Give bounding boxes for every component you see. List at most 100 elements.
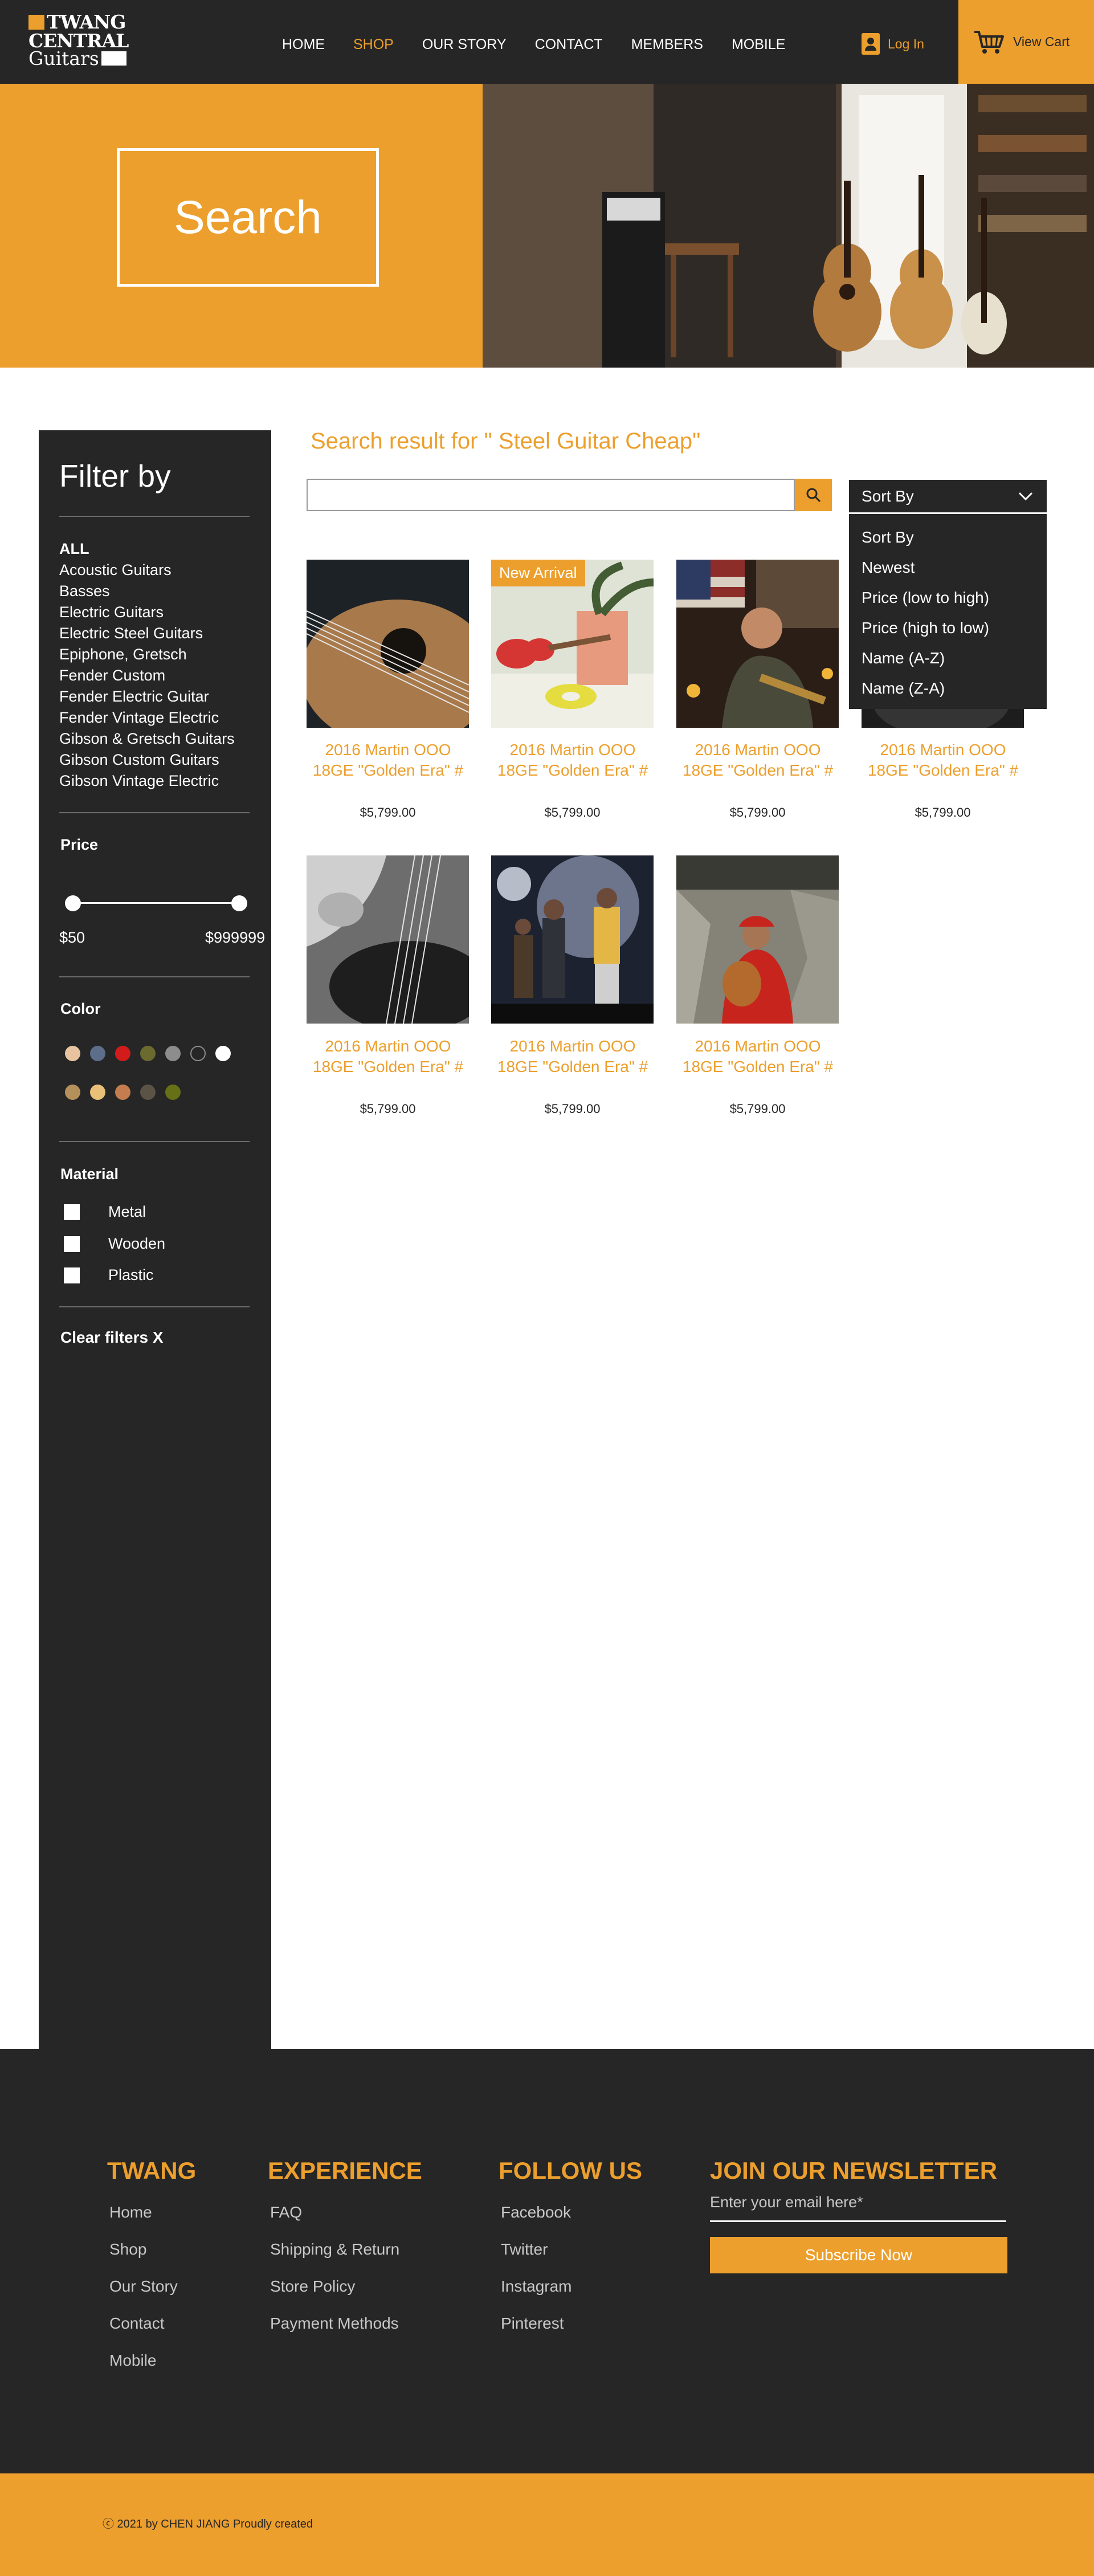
footer-link-home[interactable]: Home <box>107 2194 196 2231</box>
checkbox[interactable] <box>64 1204 80 1220</box>
subscribe-button[interactable]: Subscribe Now <box>710 2237 1007 2273</box>
main-nav: HOME SHOP OUR STORY CONTACT MEMBERS MOBI… <box>282 36 814 53</box>
category-gibson-custom-guitars[interactable]: Gibson Custom Guitars <box>59 749 235 771</box>
footer-link-contact[interactable]: Contact <box>107 2305 196 2342</box>
material-heading: Material <box>60 1165 119 1183</box>
footer-link-pinterest[interactable]: Pinterest <box>499 2305 642 2342</box>
category-basses[interactable]: Basses <box>59 581 235 602</box>
product-name[interactable]: 2016 Martin OOO 18GE "Golden Era" # <box>858 740 1028 781</box>
color-swatch[interactable] <box>65 1085 80 1100</box>
cart-icon <box>974 30 1004 54</box>
color-swatch[interactable] <box>90 1085 105 1100</box>
category-electric-steel-guitars[interactable]: Electric Steel Guitars <box>59 623 235 644</box>
footer-link-payment-methods[interactable]: Payment Methods <box>268 2305 422 2342</box>
category-gibson-vintage-electric[interactable]: Gibson Vintage Electric <box>59 771 235 792</box>
checkbox[interactable] <box>64 1236 80 1252</box>
sort-option-name-z-a[interactable]: Name (Z-A) <box>849 673 1047 703</box>
price-max-handle[interactable] <box>231 895 247 911</box>
color-swatch[interactable] <box>140 1085 156 1100</box>
sort-dropdown[interactable]: Sort By <box>849 480 1047 512</box>
nav-contact[interactable]: CONTACT <box>535 36 603 53</box>
footer-link-shipping-return[interactable]: Shipping & Return <box>268 2231 422 2268</box>
search-input[interactable] <box>307 479 795 511</box>
color-swatch[interactable] <box>115 1085 130 1100</box>
material-wooden[interactable]: Wooden <box>64 1235 165 1253</box>
category-epiphone-gretsch[interactable]: Epiphone, Gretsch <box>59 644 235 665</box>
material-label: Wooden <box>108 1235 166 1252</box>
color-swatch[interactable] <box>215 1046 231 1061</box>
product-name[interactable]: 2016 Martin OOO 18GE "Golden Era" # <box>672 1036 843 1077</box>
user-icon <box>862 33 880 55</box>
product-image-concert[interactable] <box>491 855 654 1024</box>
material-plastic[interactable]: Plastic <box>64 1266 154 1284</box>
nav-shop[interactable]: SHOP <box>353 36 394 53</box>
sort-option-price-low-high[interactable]: Price (low to high) <box>849 582 1047 613</box>
footer-link-mobile[interactable]: Mobile <box>107 2342 196 2379</box>
color-swatch[interactable] <box>115 1046 130 1061</box>
color-swatch[interactable] <box>140 1046 156 1061</box>
hero-guitar-room-image <box>483 84 1094 368</box>
category-all[interactable]: ALL <box>59 539 235 560</box>
product-name[interactable]: 2016 Martin OOO 18GE "Golden Era" # <box>303 740 473 781</box>
sort-option-newest[interactable]: Newest <box>849 552 1047 582</box>
product-name[interactable]: 2016 Martin OOO 18GE "Golden Era" # <box>672 740 843 781</box>
logo-line-3: Guitars <box>28 47 99 70</box>
cart-label: View Cart <box>1013 34 1070 49</box>
nav-members[interactable]: MEMBERS <box>631 36 703 53</box>
product-image-guitar-closeup[interactable] <box>307 560 469 728</box>
price-heading: Price <box>60 836 99 853</box>
color-swatch[interactable] <box>65 1046 80 1061</box>
clear-filters-button[interactable]: Clear filters X <box>60 1328 164 1347</box>
category-list: ALL Acoustic Guitars Basses Electric Gui… <box>59 539 235 792</box>
product-price: $5,799.00 <box>360 1102 416 1116</box>
sort-option-price-high-low[interactable]: Price (high to low) <box>849 613 1047 643</box>
footer-col-follow-us: FOLLOW US Facebook Twitter Instagram Pin… <box>499 2157 642 2342</box>
color-swatch[interactable] <box>165 1085 181 1100</box>
checkbox[interactable] <box>64 1267 80 1283</box>
newsletter-email-input[interactable]: Enter your email here* <box>710 2194 1006 2222</box>
category-fender-custom[interactable]: Fender Custom <box>59 665 235 686</box>
search-icon <box>806 488 820 502</box>
footer-link-faq[interactable]: FAQ <box>268 2194 422 2231</box>
product-image-lute-player[interactable] <box>676 855 839 1024</box>
color-heading: Color <box>60 1000 101 1017</box>
color-swatch[interactable] <box>90 1046 105 1061</box>
category-acoustic-guitars[interactable]: Acoustic Guitars <box>59 560 235 581</box>
divider <box>59 976 250 977</box>
category-fender-electric-guitar[interactable]: Fender Electric Guitar <box>59 686 235 707</box>
product-image-ukulele[interactable]: New Arrival <box>491 560 654 728</box>
view-cart-button[interactable]: View Cart <box>958 0 1094 84</box>
hero-title-box: Search <box>117 148 379 287</box>
login-button[interactable]: Log In <box>862 33 924 55</box>
category-electric-guitars[interactable]: Electric Guitars <box>59 602 235 623</box>
divider <box>59 812 250 813</box>
price-min-handle[interactable] <box>65 895 81 911</box>
material-metal[interactable]: Metal <box>64 1203 146 1221</box>
nav-mobile[interactable]: MOBILE <box>732 36 785 53</box>
sort-option-default[interactable]: Sort By <box>849 522 1047 552</box>
footer-link-facebook[interactable]: Facebook <box>499 2194 642 2231</box>
price-slider-track[interactable] <box>73 902 239 904</box>
nav-home[interactable]: HOME <box>282 36 325 53</box>
category-gibson-gretsch-guitars[interactable]: Gibson & Gretsch Guitars <box>59 728 235 749</box>
material-label: Metal <box>108 1203 146 1220</box>
color-swatch[interactable] <box>190 1046 206 1061</box>
new-arrival-badge: New Arrival <box>491 560 585 586</box>
color-swatch[interactable] <box>165 1046 181 1061</box>
footer-link-our-story[interactable]: Our Story <box>107 2268 196 2305</box>
sort-option-name-a-z[interactable]: Name (A-Z) <box>849 643 1047 673</box>
product-image-bass-player[interactable] <box>307 855 469 1024</box>
newsletter: JOIN OUR NEWSLETTER Enter your email her… <box>710 2157 1007 2273</box>
product-name[interactable]: 2016 Martin OOO 18GE "Golden Era" # <box>303 1036 473 1077</box>
footer-link-shop[interactable]: Shop <box>107 2231 196 2268</box>
nav-our-story[interactable]: OUR STORY <box>422 36 507 53</box>
footer-link-twitter[interactable]: Twitter <box>499 2231 642 2268</box>
search-button[interactable] <box>795 479 832 511</box>
category-fender-vintage-electric[interactable]: Fender Vintage Electric <box>59 707 235 728</box>
product-image-performer-flag[interactable] <box>676 560 839 728</box>
product-name[interactable]: 2016 Martin OOO 18GE "Golden Era" # <box>487 740 658 781</box>
site-logo[interactable]: TWANG CENTRAL Guitars <box>28 11 131 70</box>
footer-link-instagram[interactable]: Instagram <box>499 2268 642 2305</box>
footer-link-store-policy[interactable]: Store Policy <box>268 2268 422 2305</box>
product-name[interactable]: 2016 Martin OOO 18GE "Golden Era" # <box>487 1036 658 1077</box>
